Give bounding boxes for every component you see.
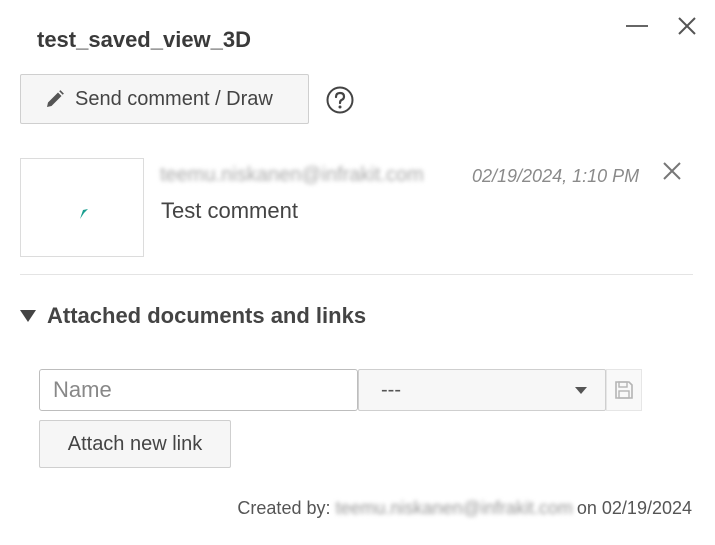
- created-by-label: Created by:: [237, 498, 331, 518]
- attach-new-link-button[interactable]: Attach new link: [39, 420, 231, 468]
- attachments-heading: Attached documents and links: [47, 303, 367, 328]
- attachments-section-toggle[interactable]: Attached documents and links: [20, 303, 366, 329]
- on-label: on: [576, 498, 597, 518]
- comment-thumbnail[interactable]: [20, 158, 144, 257]
- chevron-down-icon: [575, 387, 587, 394]
- creator-email: teemu.niskanen@infrakit.com: [335, 498, 573, 518]
- help-icon[interactable]: [326, 86, 354, 114]
- minimize-icon[interactable]: [626, 25, 648, 27]
- link-type-select[interactable]: ---: [358, 369, 606, 411]
- comment-author: teemu.niskanen@infrakit.com: [160, 164, 424, 186]
- cursor-icon: [80, 209, 88, 219]
- window-title: test_saved_view_3D: [37, 27, 252, 52]
- close-icon[interactable]: [676, 15, 698, 37]
- send-comment-button[interactable]: Send comment / Draw: [20, 74, 309, 124]
- floppy-disk-icon: [615, 381, 633, 399]
- delete-comment-icon[interactable]: [662, 161, 682, 181]
- send-comment-label: Send comment / Draw: [75, 87, 273, 110]
- link-type-value: ---: [381, 378, 401, 401]
- created-by-info: Created by: teemu.niskanen@infrakit.com …: [237, 498, 692, 519]
- comment-date: 02/19/2024, 1:10 PM: [472, 166, 640, 186]
- divider: [20, 274, 693, 275]
- save-link-button[interactable]: [606, 369, 642, 411]
- caret-down-icon: [20, 310, 36, 322]
- link-name-input[interactable]: [39, 369, 358, 411]
- comment-text: Test comment: [161, 198, 298, 223]
- pencil-icon: [47, 90, 64, 107]
- created-date: 02/19/2024: [601, 498, 692, 518]
